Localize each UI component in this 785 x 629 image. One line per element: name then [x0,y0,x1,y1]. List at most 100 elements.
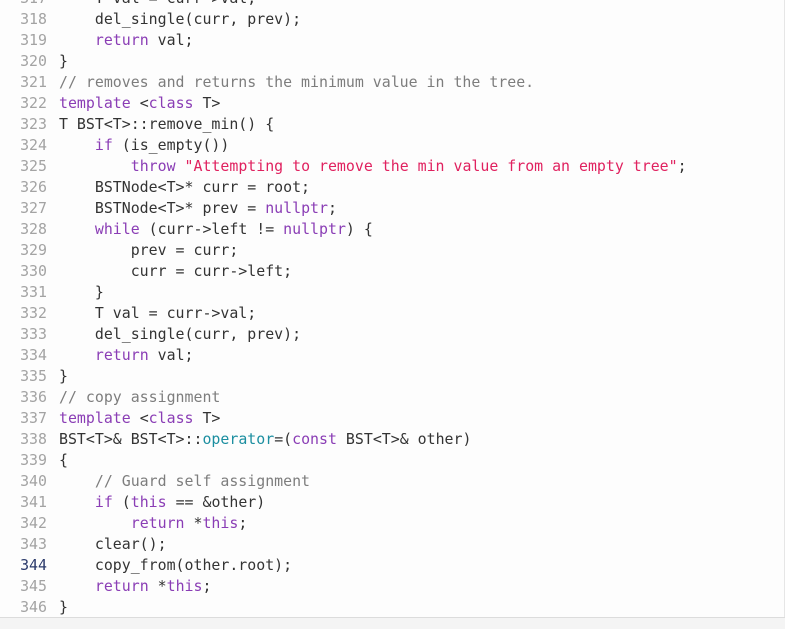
code-line[interactable]: 327 BSTNode<T>* prev = nullptr; [0,198,784,219]
line-number: 332 [20,304,47,322]
code-token: (is_empty()) [112,136,230,154]
code-line[interactable]: 324 if (is_empty()) [0,135,784,156]
line-number: 331 [20,283,47,301]
code-token: (curr->left != [139,220,284,238]
code-line[interactable]: 345 return *this; [0,576,784,597]
code-token: { [59,451,68,469]
code-text: T BST<T>::remove_min() { [59,114,274,135]
line-number: 340 [20,472,47,490]
line-number: 345 [20,577,47,595]
code-token: del_single(curr, prev); [59,325,302,343]
code-text: T val = curr->val; [59,303,256,324]
line-number: 336 [20,388,47,406]
line-number: 334 [20,346,47,364]
code-token: copy_from(other.root); [59,556,293,574]
keyword-token: return [94,31,149,49]
code-line[interactable]: 317 T val = curr->val; [0,0,784,9]
keyword-token: if [94,493,113,511]
code-text: throw "Attempting to remove the min valu… [59,156,687,177]
line-number: 333 [20,325,47,343]
code-text: BST<T>& BST<T>::operator=(const BST<T>& … [59,429,471,450]
code-text: } [59,51,68,72]
keyword-token: this [130,493,167,511]
code-text: return *this; [59,576,212,597]
code-token: } [59,367,68,385]
code-text: } [59,282,104,303]
line-number: 329 [20,241,47,259]
code-token: T BST<T>::remove_min() { [59,115,275,133]
code-text: BSTNode<T>* curr = root; [59,177,310,198]
code-line[interactable]: 343 clear(); [0,534,784,555]
code-line[interactable]: 335} [0,366,784,387]
code-line[interactable]: 344 copy_from(other.root); [0,555,784,576]
code-token: T val = curr->val; [59,0,256,7]
code-text: template <class T> [59,408,220,429]
keyword-token: while [94,220,140,238]
line-number: 341 [20,493,47,511]
line-number: 326 [20,178,47,196]
code-line[interactable]: 320} [0,51,784,72]
code-text: copy_from(other.root); [59,555,292,576]
code-line[interactable]: 322 template <class T> [0,93,784,114]
code-line[interactable]: 325 throw "Attempting to remove the min … [0,156,784,177]
line-number: 327 [20,199,47,217]
keyword-token: throw [130,157,176,175]
comment-token: // copy assignment [59,388,221,406]
code-line[interactable]: 341 if (this == &other) [0,492,784,513]
code-line[interactable]: 326 BSTNode<T>* curr = root; [0,177,784,198]
code-line[interactable]: 340 // Guard self assignment [0,471,784,492]
keyword-token: return [130,514,185,532]
code-token: ; [677,157,687,175]
code-line[interactable]: 328 while (curr->left != nullptr) { [0,219,784,240]
code-text: { [59,450,68,471]
code-line[interactable]: 334 return val; [0,345,784,366]
code-token: T> [193,94,221,112]
code-line[interactable]: 323 T BST<T>::remove_min() { [0,114,784,135]
line-number: 338 [20,430,47,448]
code-line[interactable]: 331 } [0,282,784,303]
code-line[interactable]: 336 // copy assignment [0,387,784,408]
code-token: * [148,577,167,595]
line-number: 321 [20,73,47,91]
code-token: =( [274,430,293,448]
code-token: val; [148,346,194,364]
comment-token: // removes and returns the minimum value… [59,73,535,91]
line-number: 330 [20,262,47,280]
code-line[interactable]: 333 del_single(curr, prev); [0,324,784,345]
code-token: clear(); [59,535,167,553]
keyword-token: template [59,94,131,112]
code-line[interactable]: 319 return val; [0,30,784,51]
code-text: return *this; [59,513,248,534]
code-line[interactable]: 321 // removes and returns the minimum va… [0,72,784,93]
code-line[interactable]: 318 del_single(curr, prev); [0,9,784,30]
code-line[interactable]: 329 prev = curr; [0,240,784,261]
keyword-token: nullptr [283,220,346,238]
code-editor[interactable]: 317 T val = curr->val;318 del_single(cur… [0,0,785,617]
code-line[interactable]: 330 curr = curr->left; [0,261,784,282]
keyword-token: this [166,577,203,595]
code-text: if (this == &other) [59,492,265,513]
code-text: template <class T> [59,93,220,114]
code-token: T> [193,409,221,427]
line-number: 344 [20,556,47,574]
code-text: T val = curr->val; [59,0,256,9]
keyword-token: class [148,409,194,427]
line-number: 320 [20,52,47,70]
code-line[interactable]: 337 template <class T> [0,408,784,429]
line-number: 339 [20,451,47,469]
code-line[interactable]: 346} [0,597,784,618]
code-token: ( [112,493,131,511]
code-line[interactable]: 332 T val = curr->val; [0,303,784,324]
code-token: * [184,514,203,532]
code-line[interactable]: 338 BST<T>& BST<T>::operator=(const BST<T… [0,429,784,450]
keyword-token: nullptr [265,199,328,217]
code-line[interactable]: 342 return *this; [0,513,784,534]
code-line[interactable]: 339 { [0,450,784,471]
line-number: 322 [20,94,47,112]
function-token: operator [202,430,275,448]
code-token: curr = curr->left; [59,262,293,280]
